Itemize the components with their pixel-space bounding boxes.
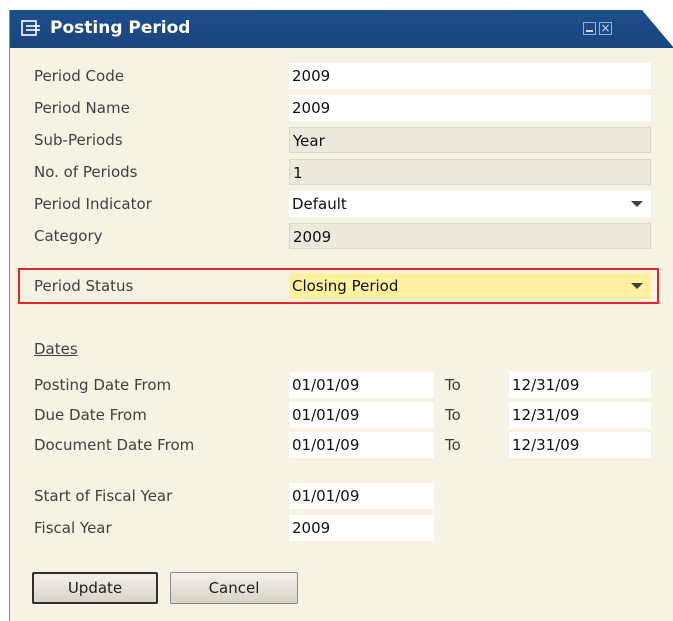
sub-periods-field: Year (289, 127, 651, 153)
period-name-label: Period Name (34, 99, 130, 117)
window-title: Posting Period (50, 18, 191, 38)
form-body: Period Code 2009 Period Name 2009 Sub-Pe… (10, 48, 673, 621)
period-status-label: Period Status (34, 277, 134, 295)
document-date-from-field[interactable]: 01/01/09 (289, 432, 434, 458)
no-of-periods-field: 1 (289, 159, 651, 185)
category-field: 2009 (289, 223, 651, 249)
posting-date-label: Posting Date From (34, 376, 172, 394)
title-corner (642, 10, 673, 48)
document-date-to-field[interactable]: 12/31/09 (509, 432, 651, 458)
period-indicator-value: Default (292, 195, 347, 213)
due-date-to-field[interactable]: 12/31/09 (509, 402, 651, 428)
document-date-label: Document Date From (34, 436, 195, 454)
posting-period-window: Posting Period × Period Code 2009 Period… (9, 10, 673, 621)
period-code-field[interactable]: 2009 (289, 63, 651, 89)
due-date-from-field[interactable]: 01/01/09 (289, 402, 434, 428)
title-bar[interactable]: Posting Period × (10, 10, 673, 48)
fiscal-year-field[interactable]: 2009 (289, 515, 434, 541)
chevron-down-icon[interactable] (631, 201, 643, 207)
close-button[interactable]: × (599, 22, 612, 35)
period-name-field[interactable]: 2009 (289, 95, 651, 121)
period-indicator-dropdown[interactable]: Default (289, 191, 651, 217)
minimize-button[interactable] (583, 22, 596, 35)
category-label: Category (34, 227, 103, 245)
chevron-down-icon[interactable] (631, 283, 643, 289)
period-code-label: Period Code (34, 67, 124, 85)
start-of-fiscal-year-field[interactable]: 01/01/09 (289, 483, 434, 509)
due-date-label: Due Date From (34, 406, 147, 424)
document-date-to-label: To (445, 436, 461, 454)
posting-date-to-field[interactable]: 12/31/09 (509, 372, 651, 398)
update-button[interactable]: Update (32, 572, 158, 604)
cancel-button[interactable]: Cancel (170, 572, 298, 604)
sub-periods-label: Sub-Periods (34, 131, 123, 149)
due-date-to-label: To (445, 406, 461, 424)
period-status-dropdown[interactable]: Closing Period (289, 273, 651, 299)
no-of-periods-label: No. of Periods (34, 163, 138, 181)
close-icon: × (600, 21, 611, 35)
period-status-value: Closing Period (292, 277, 399, 295)
dates-section-header: Dates (34, 340, 78, 358)
period-indicator-label: Period Indicator (34, 195, 152, 213)
fiscal-year-label: Fiscal Year (34, 519, 112, 537)
posting-date-from-field[interactable]: 01/01/09 (289, 372, 434, 398)
form-icon (21, 20, 40, 36)
posting-date-to-label: To (445, 376, 461, 394)
start-of-fiscal-year-label: Start of Fiscal Year (34, 487, 173, 505)
